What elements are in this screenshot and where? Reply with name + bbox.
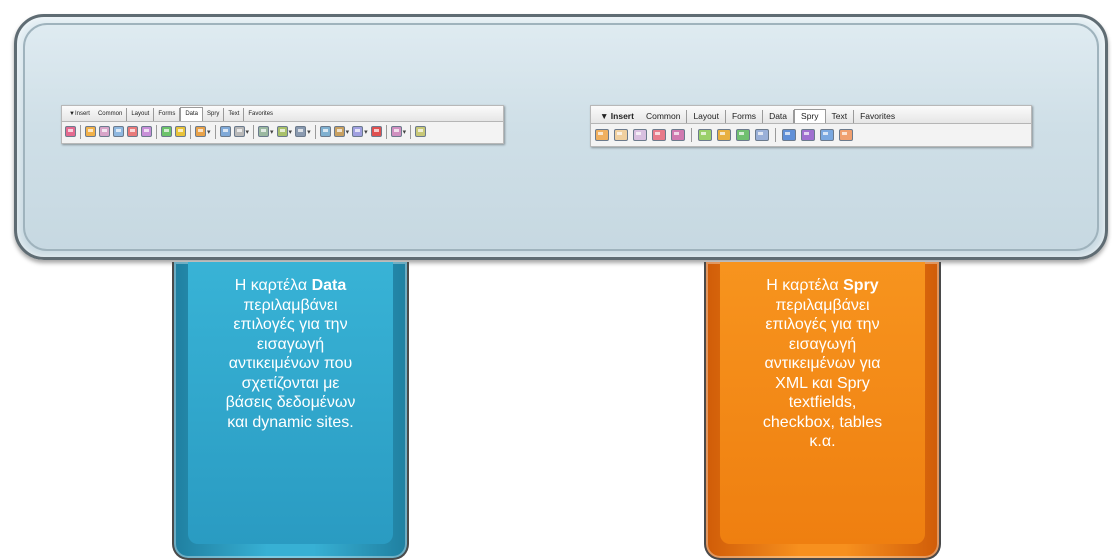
tab-name-highlight: Data xyxy=(311,277,347,294)
spry-tabbed-panels-icon[interactable] xyxy=(801,128,815,141)
spry-table-icon[interactable] xyxy=(671,128,685,141)
tab-data[interactable]: Data xyxy=(180,107,204,121)
callout-line: textfields, xyxy=(788,394,857,411)
separator xyxy=(775,127,776,142)
dynamic-text-icon[interactable] xyxy=(195,126,206,137)
user-authentication-icon[interactable] xyxy=(370,126,382,137)
spry-collapsible-panel-icon[interactable] xyxy=(839,128,853,141)
callout-line: αντικειμένων για xyxy=(764,355,881,372)
tab-favorites[interactable]: Favorites xyxy=(244,108,277,121)
dropdown-arrow-icon[interactable]: ▾ xyxy=(307,128,311,136)
xslt-transformation-icon[interactable] xyxy=(390,126,402,137)
data-tab-callout: Η καρτέλα Data περιλαμβάνει επιλογές για… xyxy=(172,262,409,560)
display-record-count-icon[interactable] xyxy=(295,126,307,137)
delete-record-icon[interactable] xyxy=(352,126,364,137)
tab-text[interactable]: Text xyxy=(224,108,245,121)
imported-table-data-icon[interactable] xyxy=(65,126,76,137)
separator xyxy=(190,124,191,139)
callout-line: αντικειμένων που xyxy=(228,355,353,372)
callout-heading-line: Η καρτέλα Data xyxy=(234,277,347,294)
callout-line: και dynamic sites. xyxy=(227,413,354,431)
insert-tab-row: ▼Insert Common Layout Forms Data Spry Te… xyxy=(62,106,503,122)
tab-spry[interactable]: Spry xyxy=(794,109,826,123)
dropdown-arrow-icon[interactable]: ▾ xyxy=(403,128,407,136)
repeated-region-icon[interactable] xyxy=(219,126,231,137)
tab-forms[interactable]: Forms xyxy=(726,110,764,123)
insert-toolbar-data: ▼Insert Common Layout Forms Data Spry Te… xyxy=(61,105,504,144)
spry-accordion-icon[interactable] xyxy=(820,128,834,141)
insert-toolbar-spry: ▼ Insert Common Layout Forms Data Spry T… xyxy=(590,105,1032,147)
callout-line: περιλαμβάνει xyxy=(243,296,338,314)
dropdown-arrow-icon[interactable]: ▾ xyxy=(270,128,274,136)
insert-tab-row: ▼ Insert Common Layout Forms Data Spry T… xyxy=(591,106,1031,124)
separator xyxy=(410,124,412,139)
data-icon-row: ▾ ▾ ▾ ▾ ▾ ▾ ▾ ▾ xyxy=(62,122,503,141)
dynamic-data-icon[interactable] xyxy=(85,126,96,137)
dropdown-arrow-icon[interactable]: ▾ xyxy=(346,128,350,136)
separator xyxy=(156,124,157,139)
recordset-icon[interactable] xyxy=(161,126,172,137)
callout-line: επιλογές για την xyxy=(765,316,880,333)
insert-menu[interactable]: ▼Insert xyxy=(65,108,94,121)
separator xyxy=(80,124,81,139)
stored-procedure-icon[interactable] xyxy=(175,126,186,137)
callout-line: XML και Spry xyxy=(775,374,870,392)
recordset-paging-icon[interactable] xyxy=(258,126,270,137)
callout-text: Η καρτέλα Data περιλαμβάνει επιλογές για… xyxy=(196,276,385,432)
tab-spry[interactable]: Spry xyxy=(203,108,225,121)
separator xyxy=(253,124,255,139)
dropdown-arrow-icon[interactable]: ▾ xyxy=(207,128,211,136)
tab-forms[interactable]: Forms xyxy=(154,108,181,121)
spry-menu-bar-icon[interactable] xyxy=(782,128,796,141)
spry-tab-callout: Η καρτέλα Spry περιλαμβάνει επιλογές για… xyxy=(704,262,941,560)
spry-validation-select-icon[interactable] xyxy=(717,128,731,141)
tab-name-highlight: Spry xyxy=(843,277,879,294)
dropdown-arrow-icon[interactable]: ▾ xyxy=(364,128,368,136)
go-to-detail-icon[interactable] xyxy=(276,126,288,137)
spry-icon-row xyxy=(591,124,1031,145)
tab-common[interactable]: Common xyxy=(640,110,688,123)
callout-line: checkbox, tables xyxy=(762,413,883,431)
tab-layout[interactable]: Layout xyxy=(687,110,726,123)
separator xyxy=(385,124,387,139)
spry-xml-data-set-icon[interactable] xyxy=(595,128,609,141)
insert-record-form-icon[interactable] xyxy=(319,126,331,137)
insert-record-icon[interactable] xyxy=(127,126,138,137)
tab-common[interactable]: Common xyxy=(94,108,128,121)
spry-region-icon[interactable] xyxy=(614,128,628,141)
tab-data[interactable]: Data xyxy=(763,110,795,123)
separator xyxy=(691,127,692,142)
callout-line: βάσεις δεδομένων xyxy=(225,394,356,411)
insert-menu[interactable]: ▼ Insert xyxy=(594,110,640,123)
tab-favorites[interactable]: Favorites xyxy=(854,110,901,123)
spry-validation-textfield-icon[interactable] xyxy=(698,128,712,141)
record-navigation-icon[interactable] xyxy=(99,126,110,137)
master-detail-icon[interactable] xyxy=(113,126,124,137)
separator xyxy=(314,124,316,139)
callout-line: επιλογές για την xyxy=(233,316,348,333)
spry-validation-textarea-icon[interactable] xyxy=(755,128,769,141)
dropdown-arrow-icon[interactable]: ▾ xyxy=(289,128,293,136)
server-behaviors-icon[interactable] xyxy=(415,126,427,137)
spry-repeat-icon[interactable] xyxy=(633,128,647,141)
callout-line: εισαγωγή xyxy=(788,335,857,353)
callout-text: Η καρτέλα Spry περιλαμβάνει επιλογές για… xyxy=(728,276,917,452)
callout-heading-line: Η καρτέλα Spry xyxy=(766,277,879,294)
callout-line: κ.α. xyxy=(809,433,836,450)
dropdown-arrow-icon[interactable]: ▾ xyxy=(246,128,250,136)
tab-text[interactable]: Text xyxy=(826,110,855,123)
update-record-form-icon[interactable] xyxy=(333,126,345,137)
callout-line: σχετίζονται με xyxy=(241,374,340,392)
spry-repeat-list-icon[interactable] xyxy=(652,128,666,141)
spry-validation-checkbox-icon[interactable] xyxy=(736,128,750,141)
separator xyxy=(214,124,216,139)
tab-layout[interactable]: Layout xyxy=(127,108,155,121)
update-record-icon[interactable] xyxy=(141,126,152,137)
callout-line: περιλαμβάνει xyxy=(775,296,870,314)
callout-line: εισαγωγή xyxy=(256,335,325,353)
show-region-icon[interactable] xyxy=(233,126,245,137)
